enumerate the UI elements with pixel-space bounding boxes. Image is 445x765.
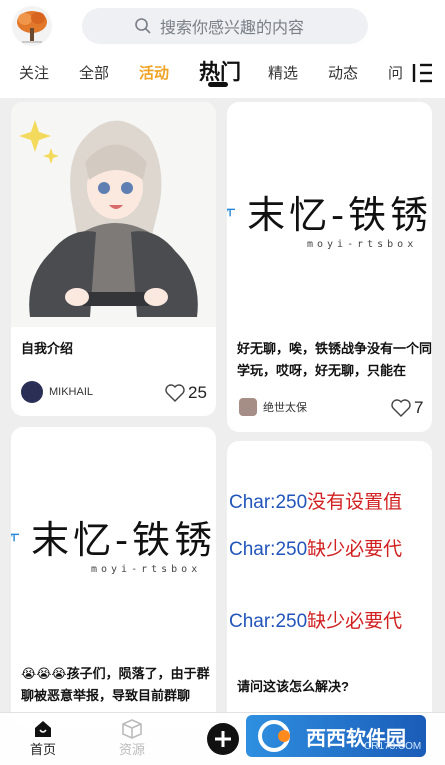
- post-title: 好无聊，唉，铁锈战争没有一个同学玩，哎呀，好无聊，只能在: [237, 341, 432, 378]
- logo-mark-icon: [227, 208, 236, 216]
- like-count[interactable]: 7: [391, 398, 423, 418]
- user-avatar[interactable]: [12, 6, 52, 46]
- post-card[interactable]: 自我介绍 MIKHAIL 25: [11, 102, 216, 416]
- post-author[interactable]: MIKHAIL: [21, 381, 93, 403]
- search-placeholder: 搜索你感兴趣的内容: [160, 20, 305, 37]
- nav-home-label: 首页: [30, 742, 57, 757]
- add-post-button[interactable]: [207, 723, 239, 755]
- post-image: Char:250没有设置值 Char:250缺少必要代 Char:250缺少必要…: [227, 441, 432, 661]
- post-card[interactable]: 末忆-铁锈 moyi-rtsbox 好无聊，唉，铁锈战争没有一个同学玩，哎呀，好…: [227, 102, 432, 432]
- author-avatar: [21, 381, 43, 403]
- post-title: 😭😭😭孩子们，陨落了，由于群聊被恶意举报，导致目前群聊: [21, 666, 210, 703]
- error-line: Char:250缺少必要代: [229, 539, 403, 560]
- logo-text: 末忆-铁锈: [31, 518, 216, 562]
- like-count[interactable]: 25: [165, 383, 207, 403]
- tab-question[interactable]: 问: [388, 62, 403, 83]
- post-title: 自我介绍: [21, 341, 74, 356]
- search-bar[interactable]: 搜索你感兴趣的内容: [82, 8, 368, 44]
- top-bar: 搜索你感兴趣的内容 关注 全部 活动 热门 精选 动态 问: [0, 0, 445, 98]
- watermark-subtext: CR173.COM: [364, 741, 422, 752]
- error-line: Char:250缺少必要代: [229, 611, 403, 632]
- post-image: 末忆-铁锈 moyi-rtsbox: [227, 182, 432, 252]
- post-title: 请问这该怎么解决?: [237, 679, 349, 694]
- tree-icon: [17, 11, 47, 43]
- author-name: MIKHAIL: [49, 386, 94, 398]
- post-card[interactable]: Char:250没有设置值 Char:250缺少必要代 Char:250缺少必要…: [227, 441, 432, 731]
- tab-featured[interactable]: 精选: [268, 62, 298, 83]
- post-author[interactable]: 绝世太保: [239, 398, 307, 416]
- tab-dynamic[interactable]: 动态: [328, 62, 358, 83]
- watermark-logo: 西西软件园 CR173.COM: [246, 715, 426, 757]
- post-image: [11, 102, 216, 327]
- tab-follow[interactable]: 关注: [19, 62, 49, 83]
- like-number: 7: [414, 398, 424, 417]
- tab-activity[interactable]: 活动: [139, 62, 169, 83]
- menu-icon[interactable]: [410, 60, 436, 86]
- nav-resources[interactable]: 资源: [119, 719, 145, 758]
- logo-mark-icon: [11, 533, 20, 541]
- like-number: 25: [188, 383, 207, 402]
- tab-indicator: [208, 82, 228, 87]
- author-avatar: [239, 398, 257, 416]
- search-icon: [135, 18, 151, 34]
- tab-all[interactable]: 全部: [79, 62, 109, 83]
- heart-icon: [391, 399, 411, 417]
- cube-icon: [122, 719, 142, 739]
- nav-home[interactable]: 首页: [30, 719, 56, 758]
- post-card[interactable]: 末忆-铁锈 moyi-rtsbox 😭😭😭孩子们，陨落了，由于群聊被恶意举报，导…: [11, 427, 216, 727]
- logo-subtext: moyi-rtsbox: [91, 564, 202, 575]
- heart-icon: [165, 384, 185, 402]
- plus-icon: [215, 731, 231, 747]
- logo-text: 末忆-铁锈: [247, 193, 432, 237]
- home-icon: [35, 721, 51, 737]
- watermark-icon: [258, 720, 290, 752]
- author-name: 绝世太保: [263, 402, 307, 414]
- logo-subtext: moyi-rtsbox: [307, 239, 418, 250]
- post-image: 末忆-铁锈 moyi-rtsbox: [11, 507, 216, 577]
- nav-resources-label: 资源: [119, 742, 146, 757]
- error-line: Char:250没有设置值: [229, 492, 403, 513]
